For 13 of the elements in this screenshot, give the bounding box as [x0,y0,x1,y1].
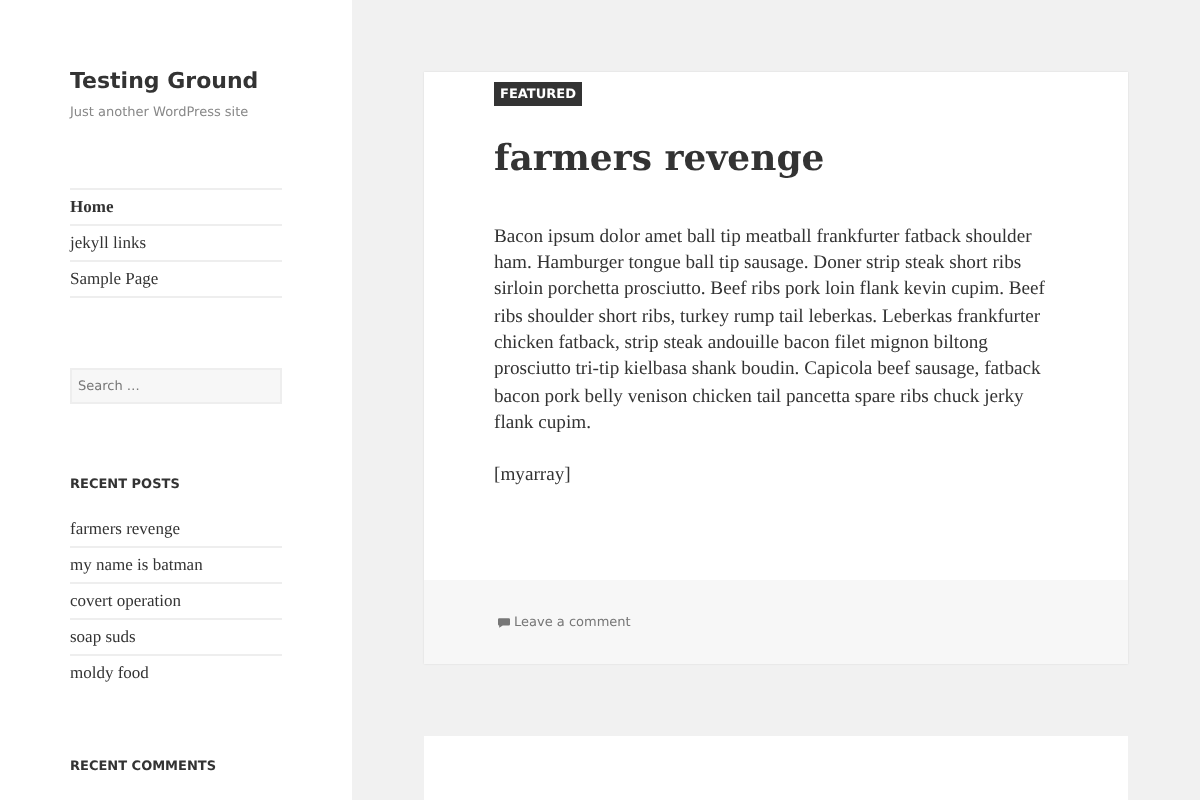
recent-post-link[interactable]: covert operation [70,584,282,620]
comment-icon [498,617,510,628]
post-paragraph: [myarray] [494,462,573,489]
post-title[interactable]: farmers revenge [494,140,1058,180]
recent-post-link[interactable]: soap suds [70,620,282,656]
post-paragraph: Bacon ipsum dolor amet ball tip meatball frankfurter fatback shoulder ham. Hamburger tongue ball tip sausage. Doner strip steak short ribs sirloin porchetta prosciutto. Beef ribs pork loin flank kevin cupim. Beef ribs shoulder short ribs, turkey rump tail leberkas. Leberkas frankfurter chicken fatback, strip steak andouille bacon filet mignon biltong prosciutto tri-tip kielbasa shank boudin. Capicola beef sausage, fatback bacon pork belly venison chicken tail pancetta spare ribs chuck jerky flank cupim. [494,223,1047,437]
menu-item[interactable]: Home [70,190,282,226]
site-title[interactable]: Testing Ground [70,68,282,94]
recent-post-link[interactable]: moldy food [70,656,282,690]
recent-post-link[interactable]: my name is batman [70,548,282,584]
menu-item[interactable]: jekyll links [70,226,282,262]
recent-post-link[interactable]: farmers revenge [70,512,282,548]
menu-item[interactable]: Sample Page [70,262,282,298]
